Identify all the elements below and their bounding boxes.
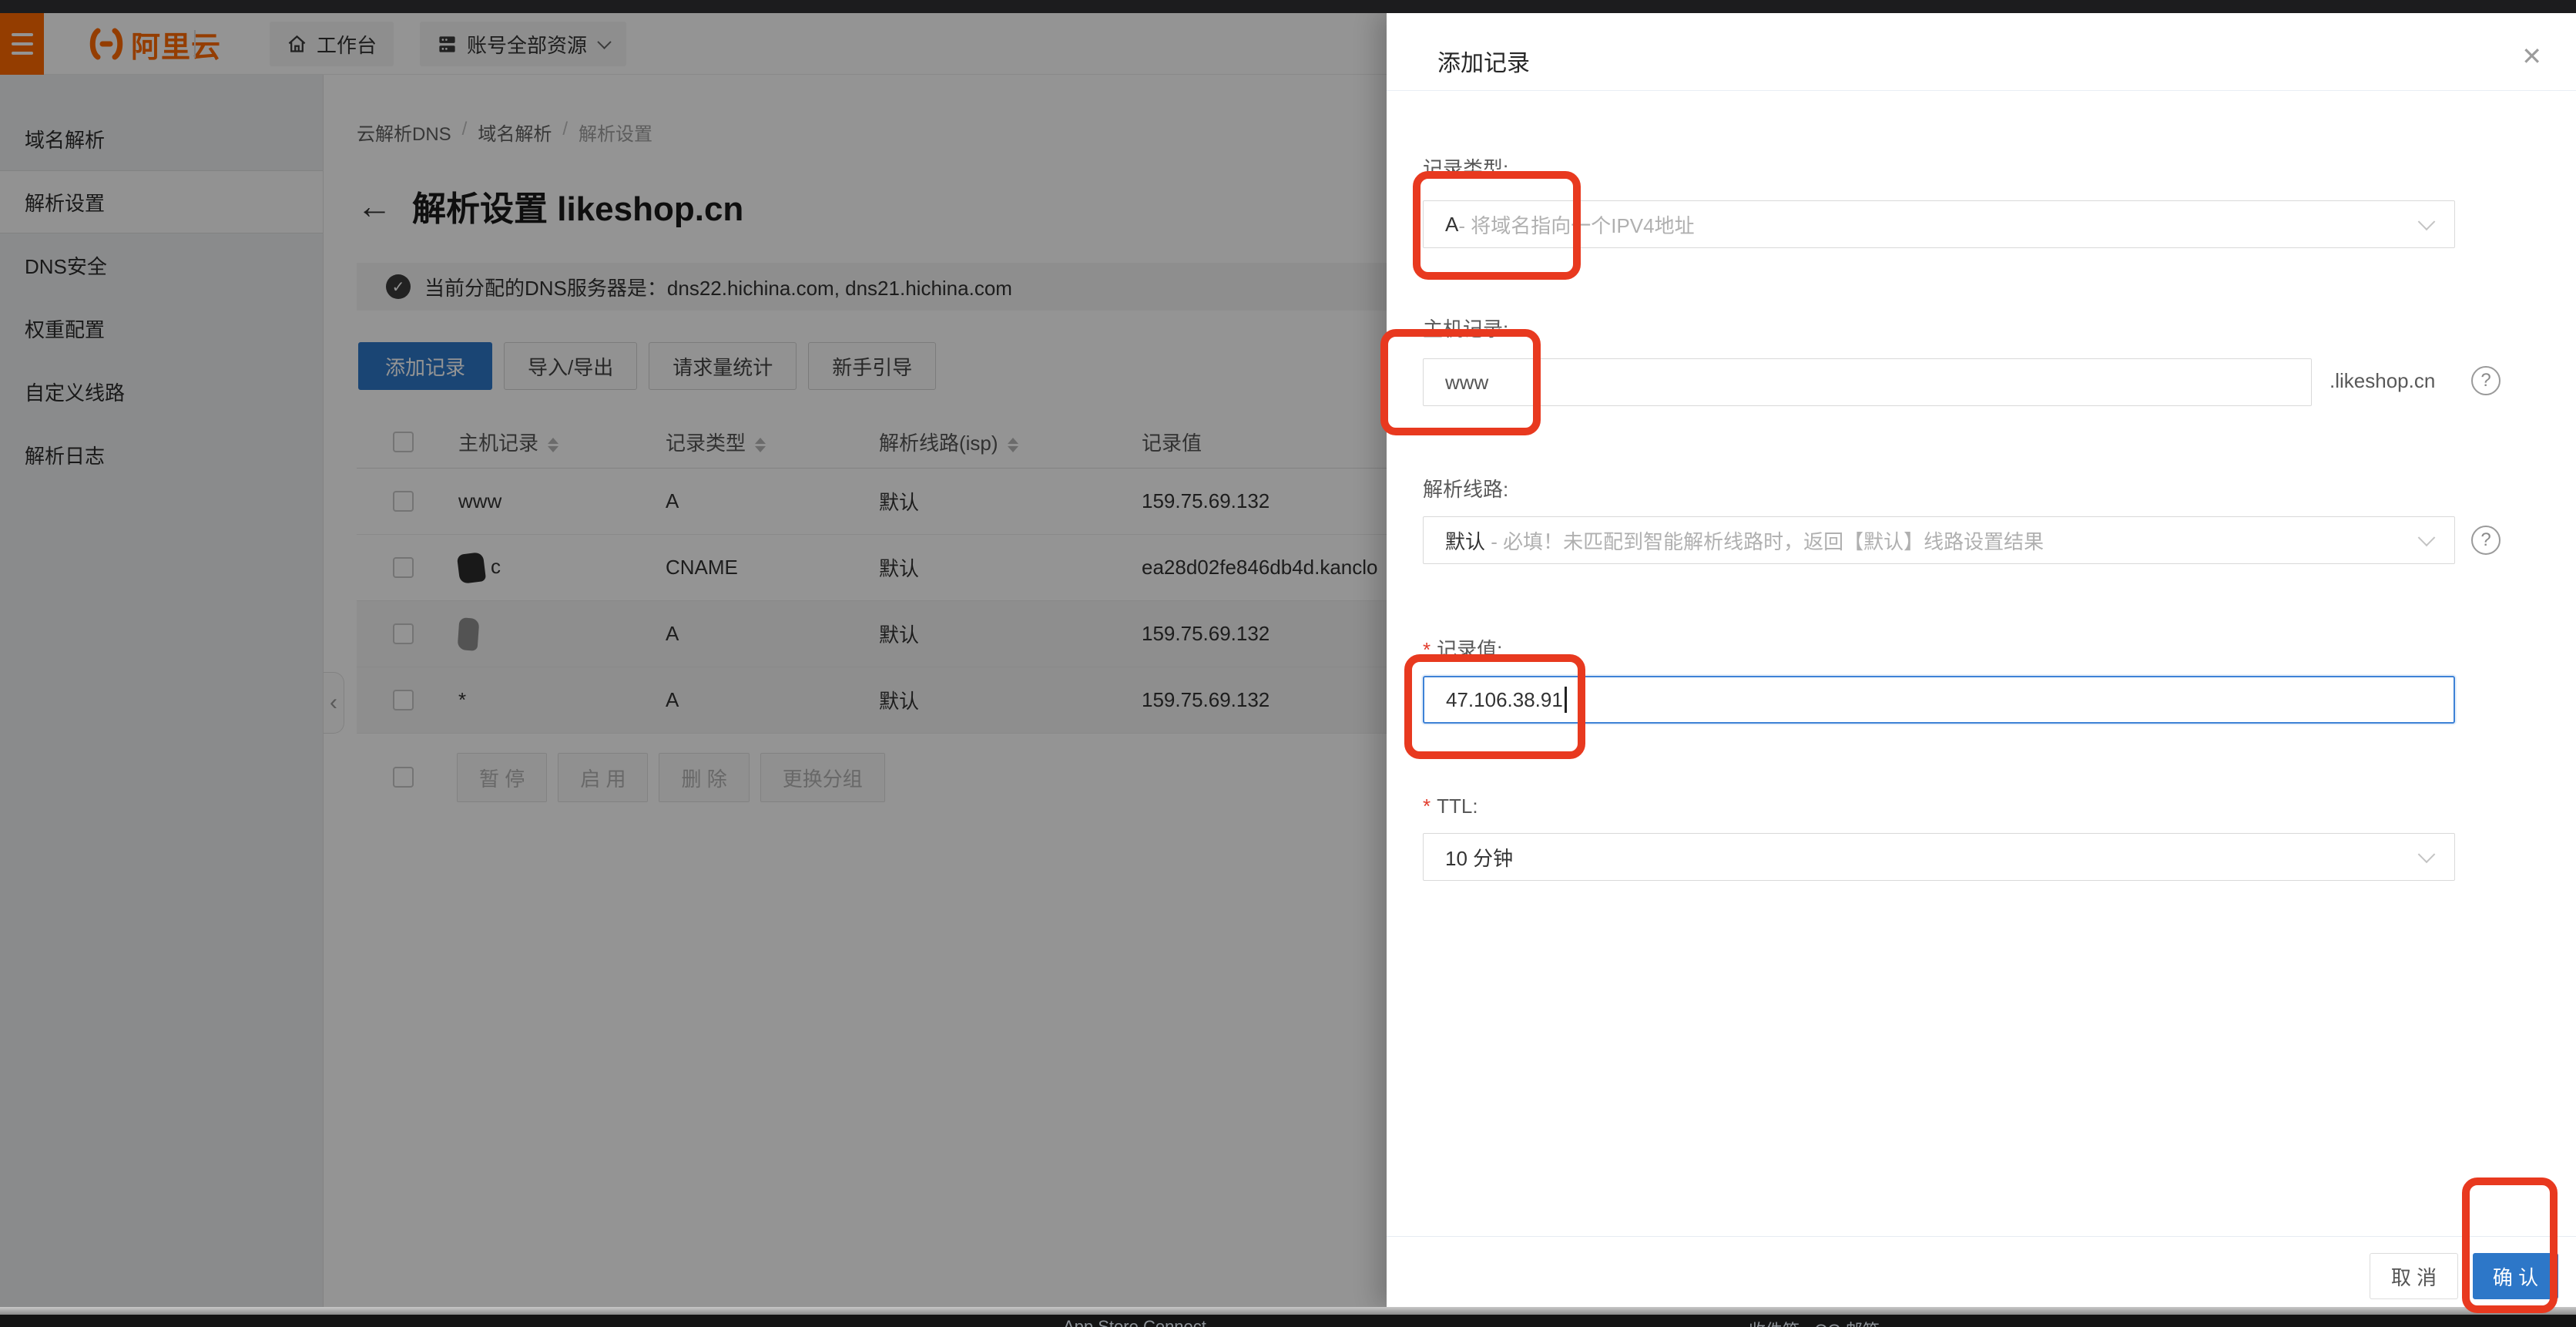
help-glyph: ? — [2480, 529, 2490, 551]
close-icon[interactable]: ✕ — [2521, 44, 2542, 69]
domain-suffix: .likeshop.cn — [2329, 369, 2435, 393]
record-value-label: * 记录值: — [1423, 634, 1502, 663]
required-asterisk: * — [1423, 638, 1431, 661]
record-type-select[interactable]: A - 将域名指向一个IPV4地址 — [1423, 200, 2455, 248]
question-circle-icon[interactable]: ? — [2471, 526, 2501, 555]
select-chevron-icon — [2418, 213, 2436, 230]
host-record-value: www — [1445, 371, 1488, 395]
line-value: 默认 — [1445, 526, 1485, 555]
required-asterisk: * — [1423, 795, 1431, 818]
select-chevron-icon — [2418, 845, 2436, 863]
ttl-select[interactable]: 10 分钟 — [1423, 833, 2455, 881]
background-tab-text: 收件箱 - QQ 邮箱 — [1749, 1317, 1880, 1327]
record-value-text: 47.106.38.91 — [1446, 688, 1563, 712]
record-type-value: A — [1445, 213, 1458, 237]
record-value-input[interactable]: 47.106.38.91 — [1423, 676, 2455, 724]
ttl-label: * TTL: — [1423, 795, 1478, 818]
line-label: 解析线路: — [1423, 474, 1508, 502]
add-record-drawer: 添加记录 ✕ 记录类型: A - 将域名指向一个IPV4地址 主机记录: www… — [1387, 13, 2576, 1307]
drawer-title: 添加记录 — [1437, 44, 1530, 78]
window-top-strip — [0, 0, 2576, 13]
drawer-footer: 取 消 确 认 — [1387, 1236, 2576, 1307]
select-chevron-icon — [2418, 529, 2436, 546]
host-record-label: 主机记录: — [1423, 314, 1508, 342]
question-circle-icon[interactable]: ? — [2471, 366, 2501, 395]
help-glyph: ? — [2480, 370, 2490, 391]
ttl-value: 10 分钟 — [1445, 843, 1513, 872]
record-type-label: 记录类型: — [1423, 153, 1508, 182]
modal-overlay — [0, 13, 1387, 1307]
record-type-desc: - 将域名指向一个IPV4地址 — [1458, 210, 1694, 239]
confirm-button[interactable]: 确 认 — [2473, 1253, 2558, 1299]
screen: 阿里云 工作台 账号全部资源 域名解析 — [0, 0, 2576, 1327]
record-value-label-text: 记录值: — [1437, 638, 1502, 661]
background-tab-text: App Store Connect — [1063, 1317, 1206, 1327]
ttl-label-text: TTL: — [1437, 795, 1478, 818]
window-bottom-edge — [0, 1307, 2576, 1315]
line-desc: - 必填！未匹配到智能解析线路时，返回【默认】线路设置结果 — [1485, 526, 2044, 555]
text-cursor — [1565, 687, 1567, 713]
cancel-button[interactable]: 取 消 — [2370, 1253, 2458, 1299]
host-record-input[interactable]: www — [1423, 358, 2312, 406]
background-taskbar: App Store Connect 收件箱 - QQ 邮箱 — [0, 1315, 2576, 1327]
drawer-divider — [1387, 90, 2576, 91]
line-select[interactable]: 默认 - 必填！未匹配到智能解析线路时，返回【默认】线路设置结果 — [1423, 516, 2455, 564]
